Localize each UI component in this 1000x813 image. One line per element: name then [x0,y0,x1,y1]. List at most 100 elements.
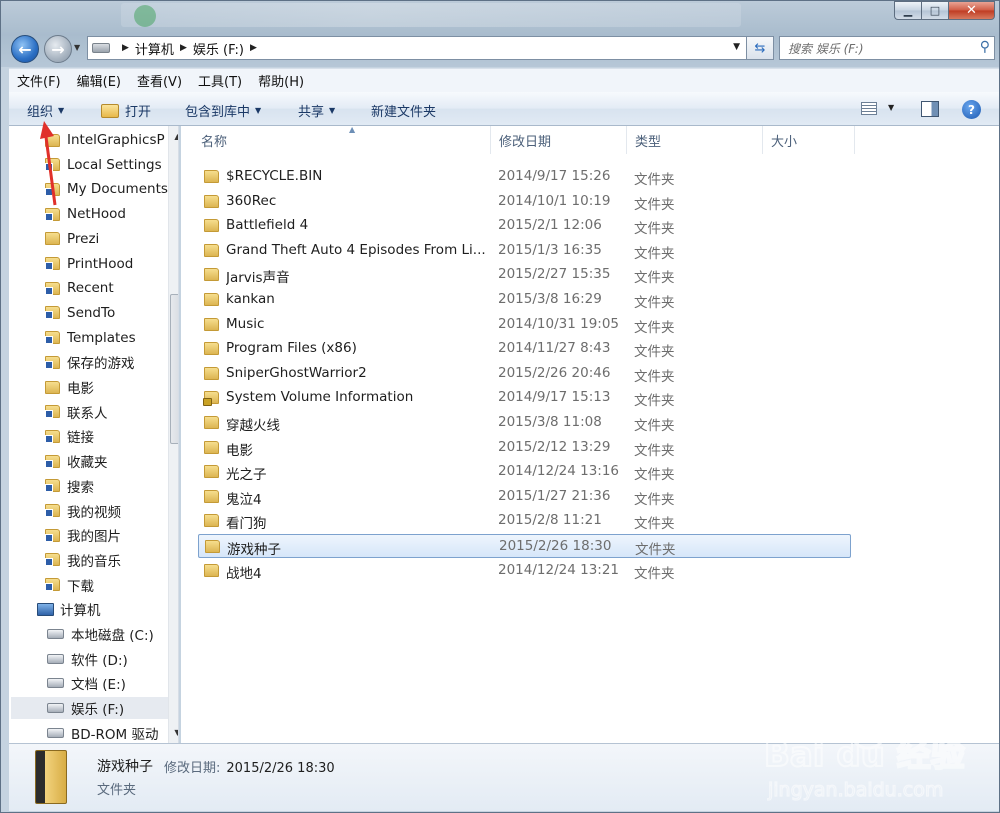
nav-scrollbar[interactable]: ▲ ▼ [168,126,178,743]
menu-tools[interactable]: 工具(T) [190,71,250,90]
forward-button[interactable]: → [44,35,72,63]
breadcrumb-separator-icon[interactable]: ▶ [250,43,257,53]
close-button[interactable]: ✕ [948,1,995,20]
address-history-dropdown[interactable]: ▼ [733,42,740,52]
view-options-dropdown[interactable]: ▼ [888,103,894,112]
file-row[interactable]: 360Rec 2014/10/1 10:19 文件夹 [198,190,851,214]
sidebar-item-label: 我的音乐 [67,553,121,570]
file-row[interactable]: Program Files (x86) 2014/11/27 8:43 文件夹 [198,337,851,361]
file-name: 光之子 [226,467,267,484]
folder-icon [204,489,219,503]
details-modified: 修改日期: 2015/2/26 18:30 [164,757,335,776]
command-bar: 组织 ▼ 打开 包含到库中 ▼ 共享 ▼ 新建文件夹 ▼ ? [9,92,999,126]
maximize-button[interactable]: □ [921,1,948,20]
menu-help[interactable]: 帮助(H) [250,71,312,90]
sidebar-item[interactable]: 娱乐 (F:) [11,697,168,720]
scroll-up-icon[interactable]: ▲ [169,128,178,145]
folder-shortcut-icon [45,306,60,320]
file-row[interactable]: 游戏种子 2015/2/26 18:30 文件夹 [198,534,851,558]
sidebar-item-label: 联系人 [67,405,108,422]
drive-icon [47,703,64,714]
folder-icon [204,219,219,233]
sidebar-item[interactable]: 收藏夹 [45,450,168,472]
file-row[interactable]: Grand Theft Auto 4 Episodes From Li... 20… [198,239,851,263]
file-row[interactable]: 看门狗 2015/2/8 11:21 文件夹 [198,509,851,533]
share-button[interactable]: 共享 ▼ [298,101,335,120]
scroll-thumb[interactable] [170,294,178,444]
pictures-icon [45,528,60,542]
sidebar-item[interactable]: SendTo [45,302,168,324]
back-button[interactable]: ← [11,35,39,63]
sidebar-item[interactable]: 本地磁盘 (C:) [47,623,168,645]
column-header-type[interactable]: 类型 [627,126,763,154]
help-icon[interactable]: ? [962,100,981,119]
column-header-date[interactable]: 修改日期 [491,126,627,154]
change-view-icon[interactable] [861,102,877,115]
sidebar-item[interactable]: Prezi [45,228,168,250]
sidebar-item[interactable]: 搜索 [45,475,168,497]
file-row[interactable]: 鬼泣4 2015/1/27 21:36 文件夹 [198,485,851,509]
menu-view[interactable]: 查看(V) [129,71,190,90]
breadcrumb-drive-f[interactable]: 娱乐 (F:) [193,39,244,58]
file-type: 文件夹 [634,491,675,508]
sidebar-item[interactable]: 我的视频 [45,500,168,522]
file-row[interactable]: 光之子 2014/12/24 13:16 文件夹 [198,460,851,484]
breadcrumb-separator-icon[interactable]: ▶ [180,43,187,53]
include-library-label: 包含到库中 [185,105,251,120]
sidebar-item[interactable]: 链接 [45,425,168,447]
sidebar-item[interactable]: 文档 (E:) [47,672,168,694]
file-row[interactable]: $RECYCLE.BIN 2014/9/17 15:26 文件夹 [198,165,851,189]
sidebar-item[interactable]: 我的图片 [45,524,168,546]
videos-icon [45,504,60,517]
search-box[interactable]: 搜索 娱乐 (F:) ⚲ [779,36,995,60]
file-type: 文件夹 [634,295,675,311]
search-icon[interactable]: ⚲ [980,39,990,55]
file-modified-date: 2015/1/3 16:35 [498,241,602,258]
recent-pages-dropdown[interactable]: ▼ [74,43,80,52]
details-modified-label: 修改日期: [164,761,221,776]
include-in-library-button[interactable]: 包含到库中 ▼ [185,101,261,120]
folder-icon [204,416,219,429]
sidebar-item[interactable]: BD-ROM 驱动 [47,722,168,743]
file-row[interactable]: Battlefield 4 2015/2/1 12:06 文件夹 [198,214,851,238]
navigation-pane: IntelGraphicsP Local Settings My Documents… [9,126,179,743]
sidebar-item[interactable]: 联系人 [45,401,168,423]
file-row[interactable]: SniperGhostWarrior2 2015/2/26 20:46 文件夹 [198,362,851,386]
column-header-size[interactable]: 大小 [763,126,855,154]
sidebar-item[interactable]: 计算机 [37,598,168,620]
minimize-button[interactable]: ▁ [894,1,921,20]
sidebar-item[interactable]: Templates [45,327,168,349]
breadcrumb-separator-icon[interactable]: ▶ [122,43,129,53]
menu-file[interactable]: 文件(F) [9,71,69,90]
file-row[interactable]: System Volume Information 2014/9/17 15:13… [198,386,851,410]
search-input-placeholder: 搜索 娱乐 (F:) [788,41,864,56]
column-header-name[interactable]: 名称 ▲ [193,125,491,154]
sidebar-item[interactable]: PrintHood [45,253,168,275]
background-browser-ghost [121,3,741,27]
new-folder-button[interactable]: 新建文件夹 [371,101,436,120]
file-row[interactable]: kankan 2015/3/8 16:29 文件夹 [198,288,851,312]
file-modified-date: 2014/12/24 13:21 [498,561,620,578]
scroll-down-icon[interactable]: ▼ [169,724,178,741]
file-row[interactable]: Jarvis声音 2015/2/27 15:35 文件夹 [198,263,851,287]
file-row[interactable]: 穿越火线 2015/3/8 11:08 文件夹 [198,411,851,435]
breadcrumb-computer[interactable]: 计算机 [135,39,174,58]
sidebar-item[interactable]: 下载 [45,574,168,596]
sidebar-item[interactable]: 保存的游戏 [45,351,168,373]
address-bar[interactable]: ▶ 计算机 ▶ 娱乐 (F:) ▶ ▼ [87,36,747,60]
file-list-pane: 名称 ▲ 修改日期 类型 大小 $RECYCLE.BIN 2014/9/17 15… [181,125,999,743]
preview-pane-icon[interactable] [921,101,939,117]
sidebar-item[interactable]: 软件 (D:) [47,648,168,670]
menu-edit[interactable]: 编辑(E) [69,71,129,90]
open-button[interactable]: 打开 [101,101,151,120]
file-row[interactable]: 电影 2015/2/12 13:29 文件夹 [198,436,851,460]
sidebar-item[interactable]: 我的音乐 [45,549,168,571]
file-modified-date: 2014/9/17 15:26 [498,168,611,184]
file-type: 文件夹 [634,467,675,484]
refresh-button[interactable]: ⇆ [747,36,774,60]
sidebar-item[interactable]: 电影 [45,376,168,398]
file-name: Music [226,315,265,332]
sidebar-item[interactable]: Recent [45,277,168,299]
file-row[interactable]: 战地4 2014/12/24 13:21 文件夹 [198,559,851,583]
file-row[interactable]: Music 2014/10/31 19:05 文件夹 [198,313,851,337]
